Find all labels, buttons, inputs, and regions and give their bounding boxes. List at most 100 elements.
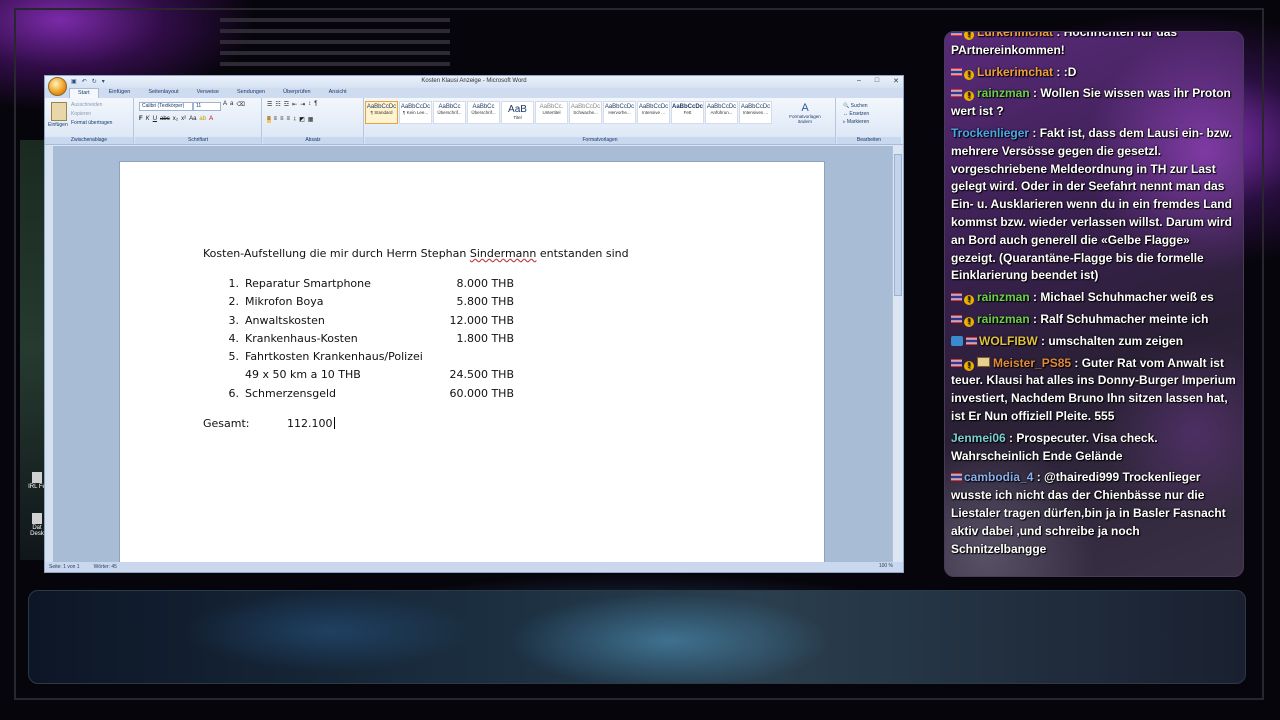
item-number: 5.: [228, 350, 240, 363]
clipboard-group: Einfügen Ausschneiden Kopieren Format üb…: [45, 98, 134, 144]
change-styles-button[interactable]: A Formatvorlagen ändern: [787, 102, 823, 124]
chat-username[interactable]: WOLFIBW: [979, 334, 1038, 348]
decrease-indent-icon[interactable]: ⇤: [292, 101, 297, 108]
grow-font-icon[interactable]: A: [223, 101, 227, 108]
document-page[interactable]: Kosten-Aufstellung die mir durch Herrn S…: [119, 161, 825, 572]
item-number: 6.: [228, 387, 240, 400]
style-item[interactable]: AaBbCc Überschrif...: [467, 101, 500, 124]
chat-username[interactable]: Lurkerimchat: [977, 65, 1053, 79]
chat-username[interactable]: rainzman: [977, 86, 1030, 100]
office-button[interactable]: [48, 77, 67, 96]
item-amount: 8.000 THB: [456, 277, 514, 290]
chat-username[interactable]: rainzman: [977, 312, 1030, 326]
style-item[interactable]: AaBbCcDc ¶ Kein Lee...: [399, 101, 432, 124]
vertical-scrollbar[interactable]: [892, 146, 903, 562]
increase-indent-icon[interactable]: ⇥: [300, 101, 305, 108]
change-styles-icon: A: [801, 102, 809, 114]
select-button[interactable]: ▹ Markieren: [843, 118, 869, 126]
style-item[interactable]: AaBbCcDc ¶ Standard: [365, 101, 398, 124]
underline-icon[interactable]: U: [153, 116, 157, 122]
vertical-ruler: [45, 146, 53, 562]
format-painter-button[interactable]: Format übertragen: [71, 120, 112, 126]
chat-username[interactable]: rainzman: [977, 290, 1030, 304]
mail-badge-icon: [977, 356, 990, 367]
replace-button[interactable]: ↔ Ersetzen: [843, 110, 869, 118]
bold-icon[interactable]: F: [139, 116, 143, 122]
paste-button[interactable]: Einfügen: [48, 122, 68, 128]
copy-button[interactable]: Kopieren: [71, 111, 91, 117]
line-spacing-icon[interactable]: ↨: [293, 116, 296, 123]
style-item[interactable]: AaBbCcDc Fett: [671, 101, 704, 124]
justify-icon[interactable]: ≡: [287, 116, 291, 123]
italic-icon[interactable]: K: [146, 116, 150, 122]
shrink-font-icon[interactable]: a: [230, 101, 233, 108]
coin-badge-icon: !: [964, 360, 974, 371]
align-right-icon[interactable]: ≡: [280, 116, 284, 123]
pilcrow-icon[interactable]: ¶: [314, 101, 317, 108]
font-size-select[interactable]: 11: [193, 102, 221, 111]
scrollbar-thumb[interactable]: [894, 154, 902, 296]
chat-username[interactable]: Meister_PS85: [993, 356, 1071, 370]
maximize-icon[interactable]: □: [875, 77, 879, 85]
tab-verweise[interactable]: Verweise: [189, 88, 227, 98]
chat-username[interactable]: cambodia_4: [964, 470, 1033, 484]
item-number: 2.: [228, 295, 240, 308]
select-label: Markieren: [846, 119, 870, 125]
strike-icon[interactable]: abc: [160, 116, 170, 122]
close-icon[interactable]: ✕: [893, 77, 899, 85]
flag-badge-icon: [966, 336, 977, 345]
style-item[interactable]: AaBbCcDc Hervorhe...: [603, 101, 636, 124]
shading-icon[interactable]: ◩: [299, 116, 305, 123]
font-name-select[interactable]: Calibri (Textkörper): [139, 102, 193, 111]
item-label: Krankenhaus-Kosten: [245, 332, 358, 345]
paste-icon[interactable]: [51, 102, 67, 121]
clear-format-icon[interactable]: ⌫: [236, 101, 244, 108]
zoom-level[interactable]: 100 %: [879, 563, 893, 569]
cut-button[interactable]: Ausschneiden: [71, 102, 102, 108]
style-item[interactable]: AaBbCcDc Anführun...: [705, 101, 738, 124]
style-name: Titel: [513, 115, 522, 120]
total-line: Gesamt: 112.100: [203, 417, 335, 430]
chat-username[interactable]: Jenmei06: [951, 431, 1006, 445]
tab-ansicht[interactable]: Ansicht: [321, 88, 355, 98]
desktop-background-strip: [20, 140, 44, 560]
style-item[interactable]: AaBbCcDc Intensive ...: [637, 101, 670, 124]
style-item[interactable]: AaB Titel: [501, 101, 534, 124]
tab-sendungen[interactable]: Sendungen: [229, 88, 273, 98]
style-item[interactable]: AaBbCc Überschrif...: [433, 101, 466, 124]
superscript-icon[interactable]: x²: [181, 116, 186, 122]
multilevel-icon[interactable]: ☲: [284, 101, 289, 108]
tab-seitenlayout[interactable]: Seitenlayout: [140, 88, 186, 98]
style-item[interactable]: AaBbCc. Untertitel: [535, 101, 568, 124]
minimize-icon[interactable]: –: [857, 77, 861, 85]
group-label: Formatvorlagen: [365, 137, 835, 144]
overlay-frame-right: [1262, 8, 1264, 700]
numbering-icon[interactable]: ☷: [275, 101, 280, 108]
font-group: Calibri (Textkörper) 11 Aa ⌫ F K Uabc x₂ x² Aa…: [135, 98, 262, 144]
find-button[interactable]: 🔍 Suchen: [843, 102, 869, 110]
highlight-icon[interactable]: ab: [199, 116, 206, 122]
tab-start[interactable]: Start: [69, 88, 99, 98]
style-item[interactable]: AaBbCcDc Schwache...: [569, 101, 602, 124]
style-name: Intensives ...: [742, 110, 769, 115]
font-color-icon[interactable]: A: [209, 116, 213, 122]
style-item[interactable]: AaBbCcDc Intensives ...: [739, 101, 772, 124]
align-left-icon[interactable]: ≡: [267, 116, 271, 123]
sort-icon[interactable]: ↕: [308, 101, 311, 108]
bullets-icon[interactable]: ☰: [267, 101, 272, 108]
borders-icon[interactable]: ▦: [308, 116, 314, 123]
style-name: Überschrif...: [437, 110, 462, 115]
style-name: Anführun...: [710, 110, 733, 115]
subscript-icon[interactable]: x₂: [173, 116, 178, 122]
status-bar: Seite: 1 von 1 Wörter: 45 100 %: [45, 562, 903, 572]
style-name: Überschrif...: [471, 110, 496, 115]
chat-panel: ! Lurkerimchat : Hochrichten für das PArt…: [944, 31, 1244, 577]
case-icon[interactable]: Aa: [189, 116, 196, 122]
chat-username[interactable]: Lurkerimchat: [977, 32, 1053, 39]
folder-icon: [32, 513, 42, 524]
tab-ueberpruefen[interactable]: Überprüfen: [275, 88, 319, 98]
chat-username[interactable]: Trockenlieger: [951, 126, 1029, 140]
tab-einfuegen[interactable]: Einfügen: [101, 88, 139, 98]
align-center-icon[interactable]: ≡: [274, 116, 278, 123]
chat-message: ! Lurkerimchat : Hochrichten für das PArt…: [951, 32, 1237, 60]
